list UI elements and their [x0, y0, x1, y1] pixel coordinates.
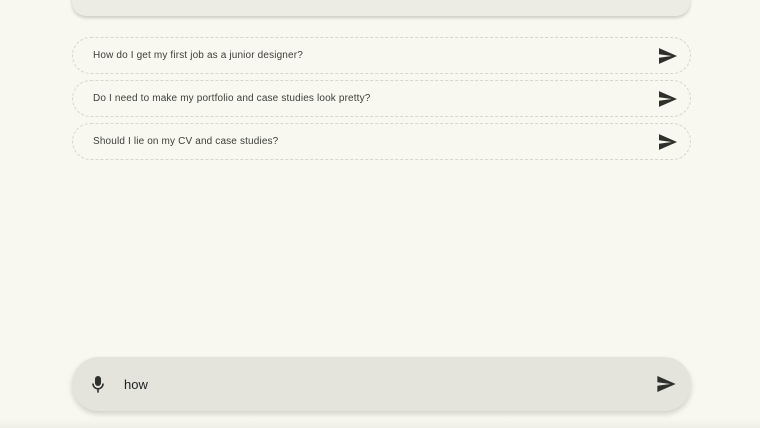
suggestion-list: How do I get my first job as a junior de…: [72, 37, 691, 166]
suggestion-text: Should I lie on my CV and case studies?: [93, 136, 279, 147]
message-input[interactable]: [124, 374, 655, 394]
suggestion-chip-cv[interactable]: Should I lie on my CV and case studies?: [72, 123, 691, 160]
chat-page: How do I get my first job as a junior de…: [0, 0, 760, 428]
send-icon[interactable]: [658, 132, 678, 152]
bottom-shade: [0, 418, 760, 428]
message-composer: [72, 357, 691, 411]
suggestion-chip-first-job[interactable]: How do I get my first job as a junior de…: [72, 37, 691, 74]
previous-message-card: [72, 0, 690, 16]
suggestion-chip-portfolio[interactable]: Do I need to make my portfolio and case …: [72, 80, 691, 117]
suggestion-text: How do I get my first job as a junior de…: [93, 50, 303, 61]
suggestion-text: Do I need to make my portfolio and case …: [93, 93, 371, 104]
send-icon[interactable]: [655, 373, 677, 395]
send-icon[interactable]: [658, 89, 678, 109]
send-icon[interactable]: [658, 46, 678, 66]
mic-icon[interactable]: [90, 374, 106, 394]
